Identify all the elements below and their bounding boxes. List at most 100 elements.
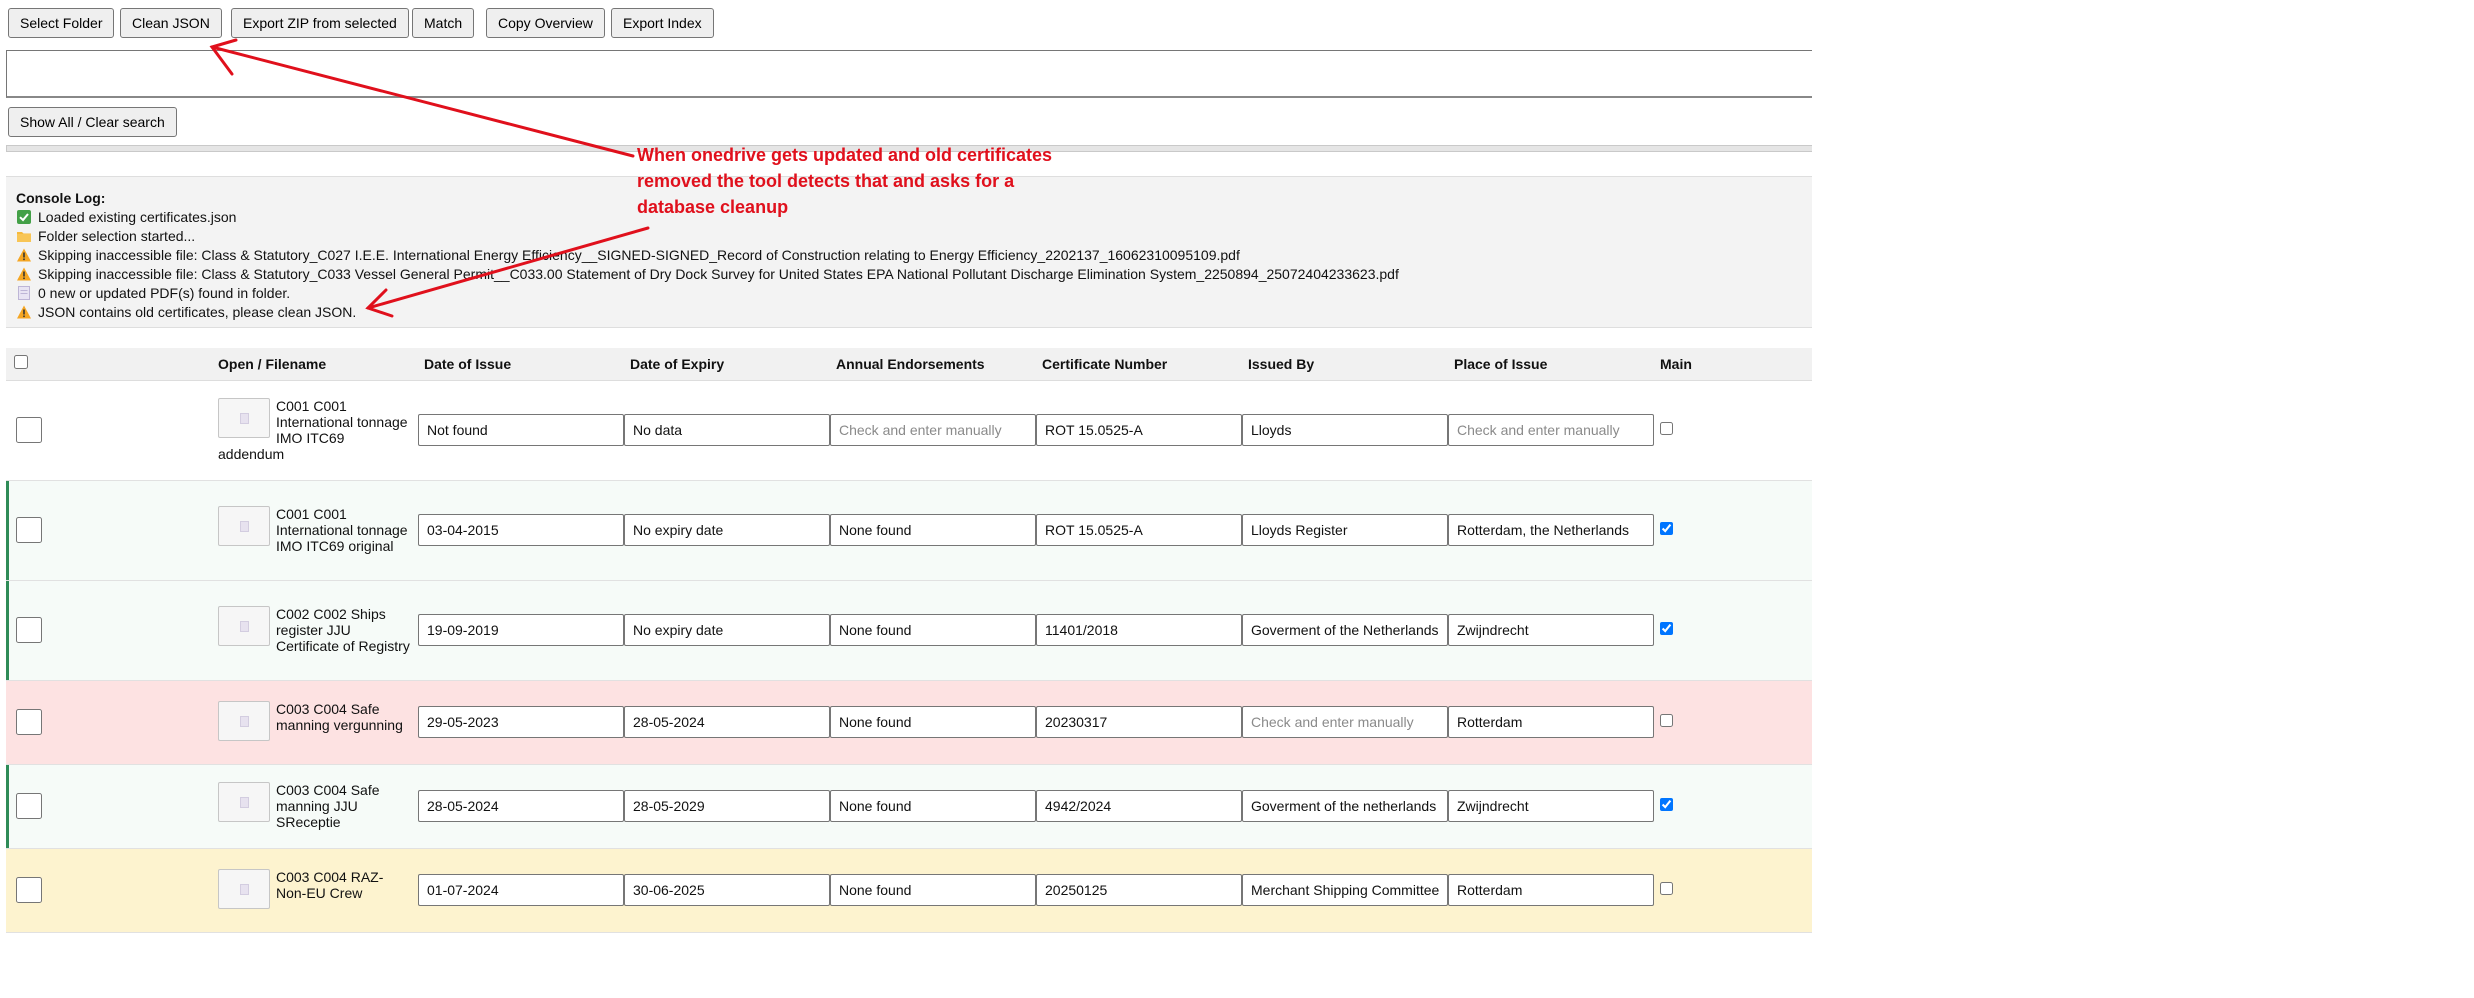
row-select-checkbox[interactable] [16,517,42,543]
page-icon [16,285,32,301]
row-select-cell [6,480,212,581]
cell-annual-endorsements [830,764,1036,849]
date-of-expiry-input[interactable] [624,514,830,546]
main-checkbox[interactable] [1660,622,1673,635]
pdf-thumbnail-icon[interactable] [218,701,270,741]
certificate-number-input[interactable] [1036,614,1242,646]
column-header: Date of Issue [418,348,624,381]
pdf-thumbnail-icon[interactable] [218,398,270,438]
show-all-clear-search-button[interactable]: Show All / Clear search [8,107,177,137]
annual-endorsements-input[interactable] [830,706,1036,738]
filename-text: C003 C004 RAZ-Non-EU Crew [276,869,384,901]
date-of-expiry-input[interactable] [624,414,830,446]
filename-block: C001 C001 International tonnage IMO ITC6… [212,396,418,464]
certificates-table: Open / Filename Date of Issue Date of Ex… [6,348,1812,933]
main-checkbox[interactable] [1660,714,1673,727]
issued-by-input[interactable] [1242,414,1448,446]
filename-text: C003 C004 Safe manning vergunning [276,701,403,733]
match-button[interactable]: Match [412,8,475,38]
certificate-number-input[interactable] [1036,414,1242,446]
select-all-checkbox[interactable] [14,355,28,370]
date-of-issue-input[interactable] [418,874,624,906]
date-of-issue-input[interactable] [418,790,624,822]
date-of-issue-input[interactable] [418,706,624,738]
console-line-text: Skipping inaccessible file: Class & Stat… [38,247,1240,263]
search-textarea[interactable] [6,50,1812,98]
issued-by-input[interactable] [1242,706,1448,738]
column-header: Open / Filename [212,348,418,381]
table-row: C003 C004 Safe manning JJU SReceptie [6,764,1812,849]
table-row: C002 C002 Ships register JJU Certificate… [6,580,1812,681]
main-checkbox[interactable] [1660,798,1673,811]
cell-date-of-issue [418,848,624,933]
date-of-issue-input[interactable] [418,614,624,646]
date-of-expiry-input[interactable] [624,874,830,906]
annual-endorsements-input[interactable] [830,514,1036,546]
check-icon [16,209,32,225]
place-of-issue-input[interactable] [1448,790,1654,822]
date-of-expiry-input[interactable] [624,614,830,646]
date-of-issue-input[interactable] [418,514,624,546]
row-select-checkbox[interactable] [16,793,42,819]
console-line-text: JSON contains old certificates, please c… [38,304,357,320]
row-select-checkbox[interactable] [16,617,42,643]
filename-text: C002 C002 Ships register JJU Certificate… [276,606,410,654]
main-checkbox[interactable] [1660,422,1673,435]
main-checkbox[interactable] [1660,882,1673,895]
cell-place-of-issue [1448,848,1654,933]
issued-by-input[interactable] [1242,874,1448,906]
certificate-number-input[interactable] [1036,874,1242,906]
row-select-cell [6,380,212,481]
console-line-text: Folder selection started... [38,228,196,244]
annual-endorsements-input[interactable] [830,414,1036,446]
certificate-number-input[interactable] [1036,706,1242,738]
export-zip-button[interactable]: Export ZIP from selected [231,8,409,38]
pdf-thumbnail-icon[interactable] [218,869,270,909]
select-folder-button[interactable]: Select Folder [8,8,115,38]
place-of-issue-input[interactable] [1448,706,1654,738]
cell-date-of-expiry [624,580,830,681]
pdf-thumbnail-icon[interactable] [218,606,270,646]
row-select-checkbox[interactable] [16,877,42,903]
pdf-thumbnail-icon[interactable] [218,782,270,822]
main-cell [1654,680,1812,765]
pdf-thumbnail-icon[interactable] [218,506,270,546]
place-of-issue-input[interactable] [1448,514,1654,546]
table-row: C001 C001 International tonnage IMO ITC6… [6,380,1812,481]
issued-by-input[interactable] [1242,614,1448,646]
issued-by-input[interactable] [1242,514,1448,546]
cell-annual-endorsements [830,848,1036,933]
place-of-issue-input[interactable] [1448,414,1654,446]
issued-by-input[interactable] [1242,790,1448,822]
certificate-number-input[interactable] [1036,514,1242,546]
cell-date-of-expiry [624,764,830,849]
cell-date-of-expiry [624,680,830,765]
annual-endorsements-input[interactable] [830,790,1036,822]
certificate-number-input[interactable] [1036,790,1242,822]
annual-endorsements-input[interactable] [830,874,1036,906]
date-of-expiry-input[interactable] [624,706,830,738]
clean-json-button[interactable]: Clean JSON [120,8,222,38]
filename-block: C003 C004 Safe manning JJU SReceptie [212,780,418,832]
date-of-issue-input[interactable] [418,414,624,446]
place-of-issue-input[interactable] [1448,614,1654,646]
cell-issued-by [1242,680,1448,765]
row-select-checkbox[interactable] [16,417,42,443]
warning-icon [16,266,32,282]
cell-place-of-issue [1448,764,1654,849]
copy-overview-button[interactable]: Copy Overview [486,8,605,38]
cell-issued-by [1242,480,1448,581]
filename-cell: C001 C001 International tonnage IMO ITC6… [212,480,418,581]
warning-icon [16,304,32,320]
cell-issued-by [1242,580,1448,681]
main-checkbox[interactable] [1660,522,1673,535]
export-index-button[interactable]: Export Index [611,8,714,38]
annual-endorsements-input[interactable] [830,614,1036,646]
main-cell [1654,764,1812,849]
date-of-expiry-input[interactable] [624,790,830,822]
cell-date-of-issue [418,680,624,765]
row-select-checkbox[interactable] [16,709,42,735]
filename-block: C001 C001 International tonnage IMO ITC6… [212,504,418,556]
place-of-issue-input[interactable] [1448,874,1654,906]
console-line-text: Skipping inaccessible file: Class & Stat… [38,266,1399,282]
